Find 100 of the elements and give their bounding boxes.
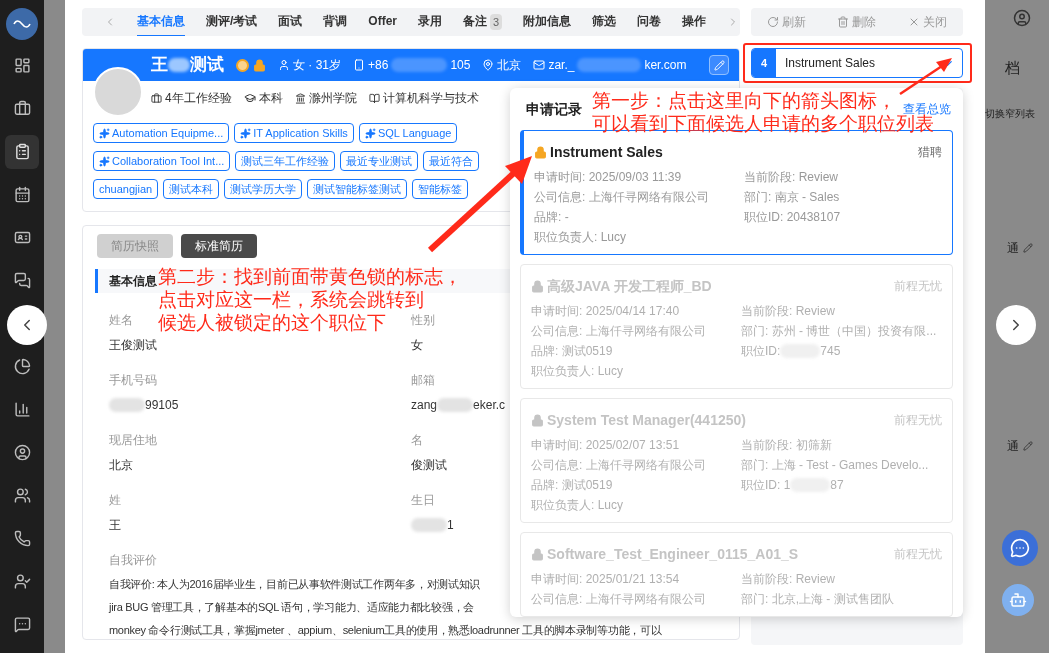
refresh-icon: [766, 16, 779, 28]
popover-title: 申请记录: [525, 99, 582, 119]
person-icon: [278, 59, 290, 71]
phone-icon: [353, 59, 365, 71]
text: zar._: [548, 57, 575, 74]
tag-label: IT Application Skills: [253, 125, 348, 141]
field-value: 通: [1007, 239, 1019, 257]
field-label: 生日: [411, 492, 435, 509]
field-label: 姓名: [109, 312, 133, 329]
text: 公司信息: 上海仟寻网络有限公司: [531, 591, 706, 608]
text: 北京: [109, 457, 133, 474]
text: 99105: [145, 397, 179, 414]
sparkle-icon: [99, 155, 110, 167]
briefcase-icon: [13, 100, 31, 117]
count-badge: 3: [490, 13, 503, 31]
tag-label: Automation Equipme...: [112, 125, 224, 141]
tag[interactable]: Automation Equipme...: [93, 123, 230, 143]
tag[interactable]: chuangjian: [93, 179, 159, 199]
text: 部门: 北京,上海 - 测试售团队: [741, 591, 894, 608]
tag[interactable]: 测试学历大学: [224, 179, 303, 199]
text: 申请时间: 2025/01/21 13:54: [531, 571, 680, 588]
view-toggle[interactable]: 标准简历: [181, 234, 257, 258]
text: ker.com: [644, 57, 687, 74]
clipboard-icon: [13, 143, 31, 160]
text: 申请时间: 2025/02/07 13:51: [531, 437, 680, 454]
person-check-icon: [13, 573, 31, 590]
application-count: 4: [752, 49, 776, 77]
tag-label: SQL Language: [377, 125, 452, 141]
text: 申请时间: 2025/04/14 17:40: [531, 303, 680, 320]
tab[interactable]: 筛选: [592, 8, 617, 36]
sparkle-icon: [99, 127, 110, 139]
briefcase-icon: [151, 92, 162, 104]
tab[interactable]: 操作: [682, 8, 707, 36]
text: 公司信息: 上海仟寻网络有限公司: [534, 189, 709, 206]
tab[interactable]: Offer: [368, 8, 397, 36]
self-evaluation-line: monkey 命令行测试工具，掌握jmeter 、appium、selenium工具的使用，熟悉loadrunner 工具的脚本录制等功能，可以: [109, 623, 662, 638]
tag-label: Collaboration Tool Int...: [112, 153, 225, 169]
tag[interactable]: IT Application Skills: [234, 123, 354, 143]
field-label: 手机号码: [109, 372, 157, 389]
tag[interactable]: 最近专业测试: [340, 151, 419, 171]
user-icon[interactable]: [1013, 9, 1031, 27]
text: 王: [109, 517, 121, 534]
annotation-arrow: [899, 58, 952, 96]
tab[interactable]: 备注: [463, 8, 487, 36]
bar-chart-icon: [13, 401, 31, 418]
view-toggle[interactable]: 简历快照: [97, 234, 173, 258]
text: 职位负责人: Lucy: [531, 497, 623, 514]
tab[interactable]: 基本信息: [137, 8, 185, 36]
tag[interactable]: 测试本科: [163, 179, 220, 199]
tag[interactable]: Collaboration Tool Int...: [93, 151, 231, 171]
self-evaluation-line: jira BUG 管理工具，了解基本的SQL 语句，学习能力、适应能力都比较强，会: [109, 600, 474, 615]
graduation-cap-icon: [243, 92, 256, 104]
tab[interactable]: 问卷: [637, 8, 662, 36]
text: 职位负责人: Lucy: [531, 363, 623, 380]
dashboard-icon: [13, 57, 31, 74]
text: eker.c: [473, 397, 506, 414]
select-value: Instrument Sales: [785, 55, 876, 72]
lock-icon: [253, 58, 266, 72]
field-label: 性别: [411, 312, 435, 329]
section-title: 基本信息: [109, 273, 157, 290]
text: 王: [151, 54, 168, 77]
tag[interactable]: SQL Language: [358, 123, 458, 143]
sparkle-icon: [364, 127, 376, 139]
field-label: 自我评价: [109, 552, 157, 569]
id-card-icon: [13, 229, 31, 246]
tag-label: 智能标签: [418, 181, 463, 197]
job-title: System Test Manager(441250): [547, 410, 746, 430]
text: 1: [447, 517, 454, 534]
tab[interactable]: 面试: [278, 8, 303, 36]
tag[interactable]: 最近符合: [423, 151, 480, 171]
tab[interactable]: 测评/考试: [206, 8, 258, 36]
tag[interactable]: 智能标签: [412, 179, 469, 199]
job-select[interactable]: 4 Instrument Sales: [751, 48, 963, 78]
toggle-link[interactable]: 切换窄列表: [985, 105, 1049, 121]
assistant-button[interactable]: [1002, 584, 1034, 616]
text: 当前阶段: Review: [744, 169, 838, 186]
chat-button[interactable]: [1002, 530, 1038, 566]
text: 公司信息: 上海仟寻网络有限公司: [531, 457, 706, 474]
logo-icon[interactable]: [6, 8, 38, 40]
sidebar-item[interactable]: [5, 134, 39, 169]
tag-label: 测试智能标签测试: [313, 181, 402, 197]
tab[interactable]: 背调: [323, 8, 348, 36]
redaction-blur: [411, 518, 447, 532]
tag[interactable]: 测试智能标签测试: [307, 179, 408, 199]
chat-bubbles-icon: [13, 272, 31, 289]
field-label: 邮箱: [411, 372, 435, 389]
text: 职位ID:: [741, 343, 781, 360]
text: 品牌: -: [534, 209, 569, 226]
toolbar-button[interactable]: 删除: [837, 13, 877, 31]
page-title: 档: [1004, 58, 1021, 78]
annotation-text: 第一步：点击这里向下的箭头图标，: [592, 89, 896, 112]
tab[interactable]: 附加信息: [523, 8, 572, 36]
edit-button[interactable]: [709, 55, 729, 75]
tag[interactable]: 测试三年工作经验: [235, 151, 336, 171]
redaction-blur: [109, 398, 145, 412]
annotation-text: 候选人被锁定的这个职位下: [158, 311, 386, 334]
toolbar-button[interactable]: 刷新: [766, 13, 806, 31]
message-icon: [13, 616, 31, 633]
toolbar-button[interactable]: 关闭: [908, 13, 948, 31]
tab[interactable]: 录用: [418, 8, 442, 36]
